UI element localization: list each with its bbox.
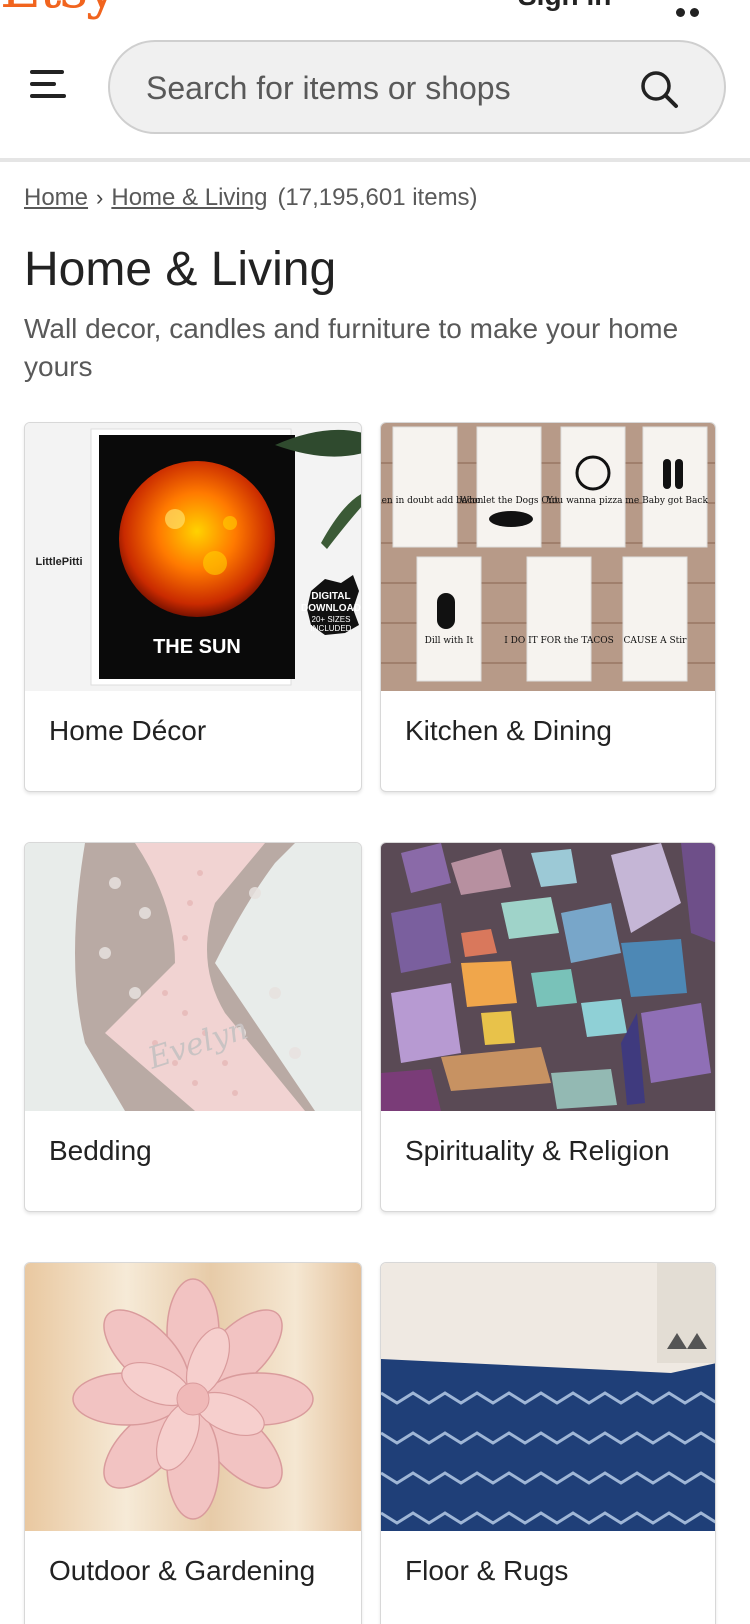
category-image-outdoor-gardening <box>25 1263 361 1531</box>
breadcrumb-home-living[interactable]: Home & Living <box>111 184 267 211</box>
menu-button[interactable] <box>28 66 68 102</box>
category-card-kitchen-dining[interactable]: When in doubt add bacon Who let the Dogs… <box>380 422 716 792</box>
hamburger-icon-line <box>30 94 66 98</box>
page-title: Home & Living <box>24 243 337 296</box>
svg-text:CAUSE A Stir: CAUSE A Stir <box>624 636 688 646</box>
category-image-home-decor: DIGITAL DOWNLOAD 20+ SIZES INCLUDED THE … <box>25 423 361 691</box>
category-label[interactable]: Outdoor & Gardening <box>49 1555 315 1587</box>
search-input[interactable] <box>146 64 616 112</box>
page-subtitle: Wall decor, candles and furniture to mak… <box>24 313 679 382</box>
category-label[interactable]: Home Décor <box>49 715 206 747</box>
breadcrumb-home[interactable]: Home <box>24 184 88 211</box>
category-label[interactable]: Spirituality & Religion <box>405 1135 670 1167</box>
svg-text:I DO IT FOR the TACOS: I DO IT FOR the TACOS <box>504 636 614 646</box>
category-image-bedding: Evelyn <box>25 843 361 1111</box>
sign-in-link[interactable]: Sign in <box>518 0 611 12</box>
header <box>0 36 750 160</box>
category-label[interactable]: Kitchen & Dining <box>405 715 612 747</box>
hamburger-icon-line <box>30 82 56 86</box>
svg-text:DOWNLOAD: DOWNLOAD <box>301 603 361 614</box>
category-card-spirituality-religion[interactable]: Spirituality & Religion <box>380 842 716 1212</box>
svg-text:Baby got Back: Baby got Back <box>642 496 708 506</box>
category-card-bedding[interactable]: Evelyn Bedding <box>24 842 362 1212</box>
svg-text:INCLUDED: INCLUDED <box>311 624 352 633</box>
category-image-floor-rugs <box>381 1263 715 1531</box>
search-bar <box>108 40 726 134</box>
item-count: (17,195,601 items) <box>277 184 478 211</box>
category-image-kitchen-dining: When in doubt add bacon Who let the Dogs… <box>381 423 715 691</box>
category-card-outdoor-gardening[interactable]: Outdoor & Gardening <box>24 1262 362 1624</box>
svg-text:Who let the Dogs Out: Who let the Dogs Out <box>460 496 559 506</box>
etsy-logo[interactable]: Etsy <box>0 0 118 20</box>
svg-text:DIGITAL: DIGITAL <box>311 591 350 602</box>
category-card-home-decor[interactable]: DIGITAL DOWNLOAD 20+ SIZES INCLUDED THE … <box>24 422 362 792</box>
breadcrumb: Home › Home & Living (17,195,601 items) <box>24 184 478 212</box>
svg-text:You wanna pizza me: You wanna pizza me <box>546 496 639 506</box>
chevron-right-icon: › <box>96 185 104 210</box>
category-card-floor-rugs[interactable]: Floor & Rugs <box>380 1262 716 1624</box>
category-label[interactable]: Bedding <box>49 1135 152 1167</box>
svg-text:Dill with It: Dill with It <box>425 636 474 646</box>
top-bar: Etsy Sign in <box>0 0 750 20</box>
svg-text:LittlePitti: LittlePitti <box>35 556 82 568</box>
category-image-spirituality-religion <box>381 843 715 1111</box>
svg-text:THE SUN: THE SUN <box>153 636 241 658</box>
svg-text:20+ SIZES: 20+ SIZES <box>312 615 351 624</box>
hamburger-icon <box>30 70 64 74</box>
category-label[interactable]: Floor & Rugs <box>405 1555 568 1587</box>
header-divider <box>0 158 750 162</box>
search-icon[interactable] <box>638 68 682 112</box>
cart-icon[interactable] <box>676 4 704 20</box>
